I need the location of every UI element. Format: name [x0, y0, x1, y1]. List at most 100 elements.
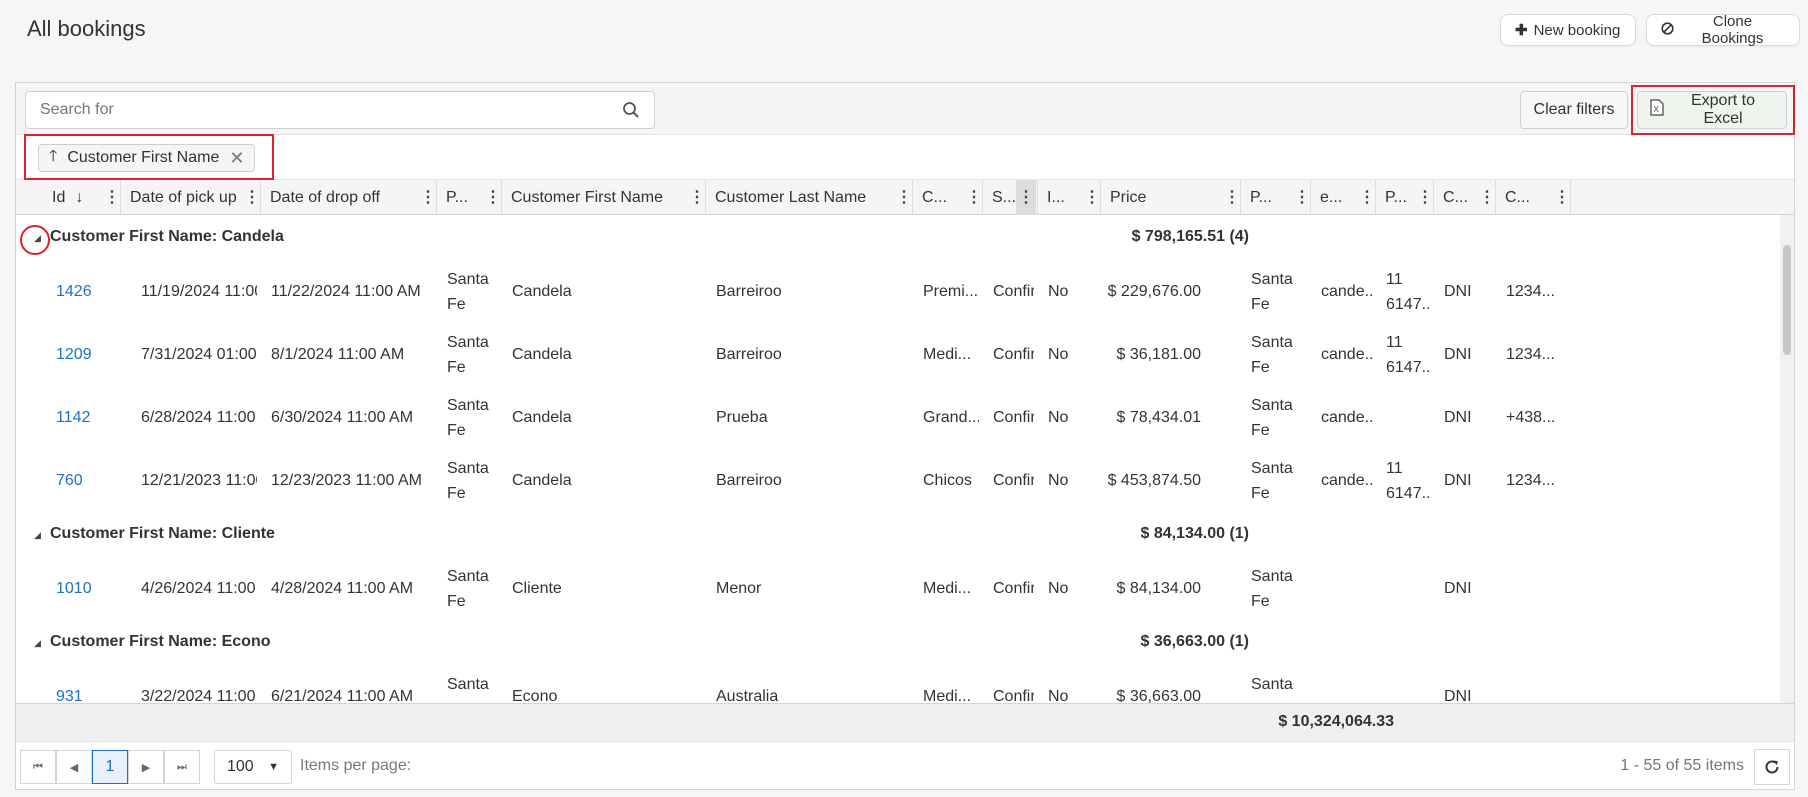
table-cell: Santa Fe — [447, 333, 489, 376]
search-input[interactable] — [38, 92, 618, 128]
table-cell: Cliente — [512, 579, 562, 597]
column-menu-icon[interactable]: ⋮ — [1224, 180, 1240, 215]
column-menu-icon[interactable]: ⋮ — [896, 180, 912, 215]
column-header-p-10[interactable]: P... ⋮ — [1241, 180, 1311, 215]
column-header-p-3[interactable]: P... ⋮ — [437, 180, 502, 215]
column-header-label: Customer Last Name — [715, 189, 867, 206]
table-cell: DNI — [1444, 345, 1472, 363]
column-header-label: Date of drop off — [270, 189, 380, 206]
table-cell: 4/26/2024 11:00 AM — [141, 579, 257, 597]
table-cell: Santa Fe — [447, 567, 489, 610]
clone-bookings-button[interactable]: Clone Bookings — [1646, 13, 1800, 47]
booking-id-link[interactable]: 1010 — [56, 557, 117, 620]
column-header-price-9[interactable]: Price ⋮ — [1101, 180, 1241, 215]
clear-filters-button[interactable]: Clear filters — [1520, 91, 1628, 129]
page-number-button[interactable]: 1 — [92, 750, 128, 784]
table-cell: 6/28/2024 11:00 AM — [141, 408, 257, 426]
table-row[interactable]: 1426 11/19/2024 11:00 AM 11/22/2024 11:00 … — [16, 260, 1794, 323]
booking-id-link[interactable]: 1142 — [56, 386, 117, 449]
booking-id-link[interactable]: 760 — [56, 449, 117, 512]
search-icon[interactable] — [622, 101, 640, 124]
page-size-select[interactable]: 100 ▼ — [214, 750, 292, 784]
table-cell: Chicos — [923, 471, 972, 489]
column-header-i-8[interactable]: I... ⋮ — [1038, 180, 1101, 215]
column-menu-icon[interactable]: ⋮ — [1554, 180, 1570, 215]
column-header-c-13[interactable]: C... ⋮ — [1434, 180, 1496, 215]
column-header-e-11[interactable]: e... ⋮ — [1311, 180, 1376, 215]
last-page-button[interactable]: ⏭ — [164, 750, 200, 784]
sort-desc-icon[interactable]: ↓ — [75, 189, 83, 206]
table-cell: DNI — [1444, 408, 1472, 426]
new-booking-label: New booking — [1533, 21, 1621, 39]
column-menu-icon[interactable]: ⋮ — [244, 180, 260, 215]
table-row[interactable]: 760 12/21/2023 11:00 AM 12/23/2023 11:00 A… — [16, 449, 1794, 512]
column-menu-icon[interactable]: ⋮ — [1294, 180, 1310, 215]
table-cell: cande... — [1321, 345, 1372, 363]
column-header-date-of-pick-up-1[interactable]: Date of pick up ⋮ — [121, 180, 261, 215]
column-header-label: Id — [52, 189, 66, 206]
column-header-id-0[interactable]: Id ↓ ⋮ — [16, 180, 121, 215]
aggregate-footer: $ 10,324,064.33 — [16, 703, 1794, 741]
table-cell: 1234... — [1506, 471, 1555, 489]
column-menu-icon[interactable]: ⋮ — [104, 180, 120, 215]
table-cell: Barreiroo — [716, 471, 782, 489]
column-header-customer-last-name-5[interactable]: Customer Last Name ⋮ — [706, 180, 913, 215]
table-row[interactable]: 1209 7/31/2024 01:00 PM 8/1/2024 11:00 AM S… — [16, 323, 1794, 386]
table-cell: Santa Fe — [447, 396, 489, 439]
prev-page-button[interactable]: ◀ — [56, 750, 92, 784]
vertical-scrollbar[interactable] — [1780, 215, 1794, 785]
column-header-customer-first-name-4[interactable]: Customer First Name ⋮ — [502, 180, 706, 215]
collapse-toggle-icon[interactable]: ◢ — [34, 530, 41, 541]
column-header-label: I... — [1047, 189, 1065, 206]
table-cell — [1386, 386, 1430, 449]
table-cell: $ 453,874.50 — [1107, 471, 1201, 489]
refresh-button[interactable] — [1754, 749, 1790, 785]
table-cell: 11/22/2024 11:00 AM — [271, 282, 421, 300]
column-menu-icon[interactable]: ⋮ — [1016, 180, 1036, 215]
collapse-toggle-icon[interactable]: ◢ — [34, 638, 41, 649]
table-cell: DNI — [1444, 282, 1472, 300]
table-cell: 12/23/2023 11:00 AM — [271, 471, 422, 489]
column-menu-icon[interactable]: ⋮ — [1084, 180, 1100, 215]
table-cell: Barreiroo — [716, 345, 782, 363]
scrollbar-thumb[interactable] — [1783, 245, 1791, 355]
table-cell: 8/1/2024 11:00 AM — [271, 345, 405, 363]
table-row[interactable]: 1142 6/28/2024 11:00 AM 6/30/2024 11:00 AM… — [16, 386, 1794, 449]
group-row: ◢ Customer First Name: Cliente $ 84,134.00… — [16, 512, 1794, 557]
grand-total: $ 10,324,064.33 — [1278, 713, 1394, 730]
group-total: $ 84,134.00 (1) — [1140, 525, 1249, 542]
table-cell: 11 6147... — [1386, 459, 1430, 502]
table-cell: 12/21/2023 11:00 AM — [141, 471, 257, 489]
column-header-s-7[interactable]: S... ⋮ — [983, 180, 1038, 215]
column-header-label: Price — [1110, 189, 1147, 206]
column-menu-icon[interactable]: ⋮ — [420, 180, 436, 215]
booking-id-link[interactable]: 1426 — [56, 260, 117, 323]
clone-bookings-label: Clone Bookings — [1701, 13, 1764, 47]
column-header-c-14[interactable]: C... ⋮ — [1496, 180, 1571, 215]
column-menu-icon[interactable]: ⋮ — [1359, 180, 1375, 215]
group-row: ◢ Customer First Name: Econo $ 36,663.00 (… — [16, 620, 1794, 665]
column-menu-icon[interactable]: ⋮ — [1479, 180, 1495, 215]
column-header-c-6[interactable]: C... ⋮ — [913, 180, 983, 215]
column-header-p-12[interactable]: P... ⋮ — [1376, 180, 1434, 215]
column-menu-icon[interactable]: ⋮ — [966, 180, 982, 215]
pager: ⏮ ◀ 1 ▶ ⏭ 100 ▼ Items per page: 1 - 55 o… — [16, 741, 1794, 789]
table-cell: Candela — [512, 471, 572, 489]
group-total: $ 798,165.51 (4) — [1131, 228, 1249, 245]
column-header-date-of-drop-off-2[interactable]: Date of drop off ⋮ — [261, 180, 437, 215]
table-cell: cande... — [1321, 282, 1372, 300]
column-menu-icon[interactable]: ⋮ — [485, 180, 501, 215]
table-row[interactable]: 1010 4/26/2024 11:00 AM 4/28/2024 11:00 AM… — [16, 557, 1794, 620]
next-page-button[interactable]: ▶ — [128, 750, 164, 784]
table-cell: Santa Fe — [447, 270, 489, 313]
new-booking-button[interactable]: ✚ New booking — [1500, 14, 1636, 46]
table-cell: +438... — [1506, 408, 1556, 426]
column-menu-icon[interactable]: ⋮ — [689, 180, 705, 215]
table-cell: Confir... — [993, 471, 1034, 489]
table-cell: Santa Fe — [447, 459, 489, 502]
booking-id-link[interactable]: 1209 — [56, 323, 117, 386]
column-menu-icon[interactable]: ⋮ — [1417, 180, 1433, 215]
chevron-down-icon: ▼ — [268, 761, 279, 773]
group-label: Customer First Name: Candela — [50, 228, 284, 245]
first-page-button[interactable]: ⏮ — [20, 750, 56, 784]
